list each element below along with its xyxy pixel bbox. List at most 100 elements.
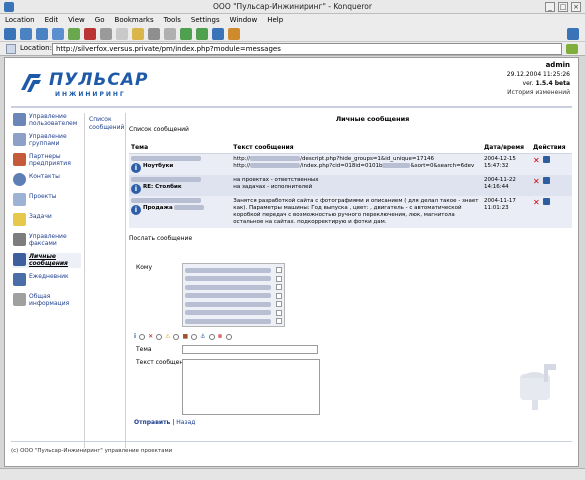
menu-location[interactable]: Location [5,14,35,26]
cut-icon[interactable] [100,27,112,40]
icon-radio[interactable] [191,333,198,340]
redacted-text [185,318,271,324]
tasks-icon [13,213,26,226]
back-link[interactable]: Назад [176,419,195,426]
separator: | [172,419,175,426]
forward-icon[interactable] [36,27,48,40]
sidebar-item-contacts[interactable]: Контакты [13,173,81,188]
fax-icon [13,233,26,246]
sidebar-item-tasks[interactable]: Задачи [13,213,81,228]
icon-radio[interactable] [225,333,232,340]
stop-icon[interactable] [84,27,96,40]
menu-view[interactable]: View [68,14,85,26]
clear-location-icon[interactable] [6,44,16,54]
stop-icon: ⊗ [217,333,223,340]
info-icon: i [134,333,137,340]
sidebar-item-info[interactable]: Общая информация [13,293,81,308]
reload-icon[interactable] [68,27,80,40]
sidebar-item-messages[interactable]: Личные сообщения [13,253,81,268]
copy-icon[interactable] [116,27,128,40]
up-icon[interactable] [4,27,16,40]
icon-radio[interactable] [173,333,180,340]
back-icon[interactable] [20,27,32,40]
message-body-textarea[interactable] [182,359,320,415]
brand-sub: ИНЖИНИРИНГ [55,91,126,98]
menu-go[interactable]: Go [95,14,105,26]
menu-tools[interactable]: Tools [164,14,181,26]
redacted-text [185,267,271,273]
location-bar: Location: http://silverfox.versus.privat… [0,42,585,56]
sidebar: Управление пользователем Управление груп… [13,113,81,313]
calendar-icon [13,273,26,286]
menu-window[interactable]: Window [230,14,258,26]
home-icon[interactable] [52,27,64,40]
window-titlebar: ООО "Пульсар-Инжиниринг" - Konqueror _ □… [0,0,585,14]
redacted-text [185,293,271,299]
zoom-out-icon[interactable] [196,27,208,40]
list-item[interactable] [185,309,282,318]
recipient-checkbox[interactable] [276,267,282,274]
recipient-checkbox[interactable] [276,275,282,282]
subnav-divider [125,113,126,448]
maximize-button[interactable]: □ [558,2,568,12]
throbber-icon [567,27,579,40]
form-actions: Отправить | Назад [134,419,195,426]
list-item[interactable] [185,275,282,284]
sidebar-item-groups[interactable]: Управление группами [13,133,81,148]
subject-label: Тема [136,346,152,353]
redacted-text [185,284,271,290]
pulsar-logo-icon [21,74,41,92]
url-input[interactable]: http://silverfox.versus.private/pm/index… [52,43,562,55]
go-button[interactable] [566,44,578,54]
info-icon [13,293,26,306]
zoom-in-icon[interactable] [180,27,192,40]
projects-icon [13,193,26,206]
redacted-text [185,301,271,307]
list-item[interactable] [185,292,282,301]
paste-icon[interactable] [132,27,144,40]
recipient-checkbox[interactable] [276,292,282,299]
sidebar-item-calendar[interactable]: Ежедневник [13,273,81,288]
recipient-checkbox[interactable] [276,284,282,291]
sidebar-item-fax[interactable]: Управление факсами [13,233,81,248]
statusbar [0,468,585,480]
recipient-checkbox[interactable] [276,301,282,308]
sidebar-item-partners[interactable]: Партнеры предприятия [13,153,81,168]
list-item[interactable] [185,300,282,309]
menu-settings[interactable]: Settings [191,14,220,26]
recipient-checkbox[interactable] [276,318,282,325]
groups-icon [13,133,26,146]
list-item[interactable] [185,283,282,292]
footer-text: (c) ООО "Пульсар-Инжиниринг" управление … [11,448,173,454]
redacted-text [185,310,271,316]
location-label: Location: [20,44,52,52]
recipient-checkbox[interactable] [276,309,282,316]
icon-radio[interactable] [156,333,163,340]
print-icon[interactable] [148,27,160,40]
close-button[interactable]: × [571,2,581,12]
note-icon: ■ [182,333,189,340]
redacted-text [185,276,271,282]
recipient-list[interactable] [182,263,285,327]
menu-edit[interactable]: Edit [45,14,59,26]
list-item[interactable] [185,317,282,326]
menu-help[interactable]: Help [267,14,283,26]
subnav-messages-list[interactable]: Список сообщений [89,116,125,132]
bookmark-icon[interactable] [212,27,224,40]
web-page: ПУЛЬСАР ИНЖИНИРИНГ admin 29.12.2004 11:2… [4,57,579,467]
download-icon[interactable] [228,27,240,40]
toolbar [0,26,585,42]
icon-radio[interactable] [208,333,215,340]
sidebar-item-users[interactable]: Управление пользователем [13,113,81,128]
send-button[interactable]: Отправить [134,419,170,426]
sidebar-divider [84,113,85,448]
contacts-icon [13,173,26,186]
icon-radio[interactable] [139,333,146,340]
menu-bookmarks[interactable]: Bookmarks [115,14,154,26]
sidebar-item-projects[interactable]: Проекты [13,193,81,208]
list-item[interactable] [185,266,282,275]
minimize-button[interactable]: _ [545,2,555,12]
security-icon[interactable] [164,27,176,40]
mailbox-watermark-icon [520,364,556,410]
subject-input[interactable] [182,345,318,354]
